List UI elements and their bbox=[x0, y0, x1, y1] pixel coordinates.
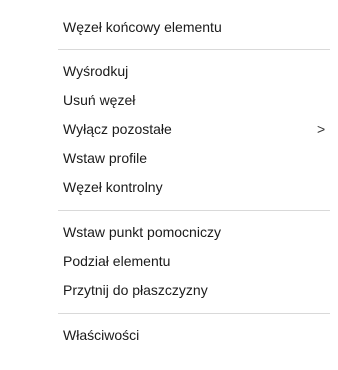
menu-item-control-node[interactable]: Węzeł kontrolny bbox=[0, 175, 338, 199]
menu-item-trim-to-plane[interactable]: Przytnij do płaszczyzny bbox=[0, 278, 338, 302]
menu-item-label: Podział elementu bbox=[63, 253, 171, 269]
context-menu: Węzeł końcowy elementu Wyśrodkuj Usuń wę… bbox=[0, 0, 338, 370]
menu-item-label: Usuń węzeł bbox=[63, 92, 136, 108]
menu-item-label: Wyśrodkuj bbox=[63, 63, 129, 79]
menu-item-disable-others[interactable]: Wyłącz pozostałe > bbox=[0, 117, 338, 141]
menu-item-insert-profiles[interactable]: Wstaw profile bbox=[0, 146, 338, 170]
menu-separator bbox=[58, 210, 330, 211]
menu-item-insert-helper-point[interactable]: Wstaw punkt pomocniczy bbox=[0, 220, 338, 244]
menu-item-label: Węzeł kontrolny bbox=[63, 179, 163, 195]
menu-item-split-element[interactable]: Podział elementu bbox=[0, 249, 338, 273]
menu-separator bbox=[58, 313, 330, 314]
menu-item-label: Właściwości bbox=[63, 327, 140, 343]
chevron-right-icon: > bbox=[317, 121, 326, 137]
menu-item-label: Wstaw punkt pomocniczy bbox=[63, 224, 221, 240]
menu-item-properties[interactable]: Właściwości bbox=[0, 323, 338, 347]
menu-item-end-node[interactable]: Węzeł końcowy elementu bbox=[0, 15, 338, 39]
menu-item-delete-node[interactable]: Usuń węzeł bbox=[0, 88, 338, 112]
menu-item-label: Węzeł końcowy elementu bbox=[63, 19, 222, 35]
menu-item-center[interactable]: Wyśrodkuj bbox=[0, 59, 338, 83]
menu-item-label: Wyłącz pozostałe bbox=[63, 121, 172, 137]
menu-item-label: Wstaw profile bbox=[63, 150, 148, 166]
menu-item-label: Przytnij do płaszczyzny bbox=[63, 282, 208, 298]
menu-separator bbox=[58, 49, 330, 50]
